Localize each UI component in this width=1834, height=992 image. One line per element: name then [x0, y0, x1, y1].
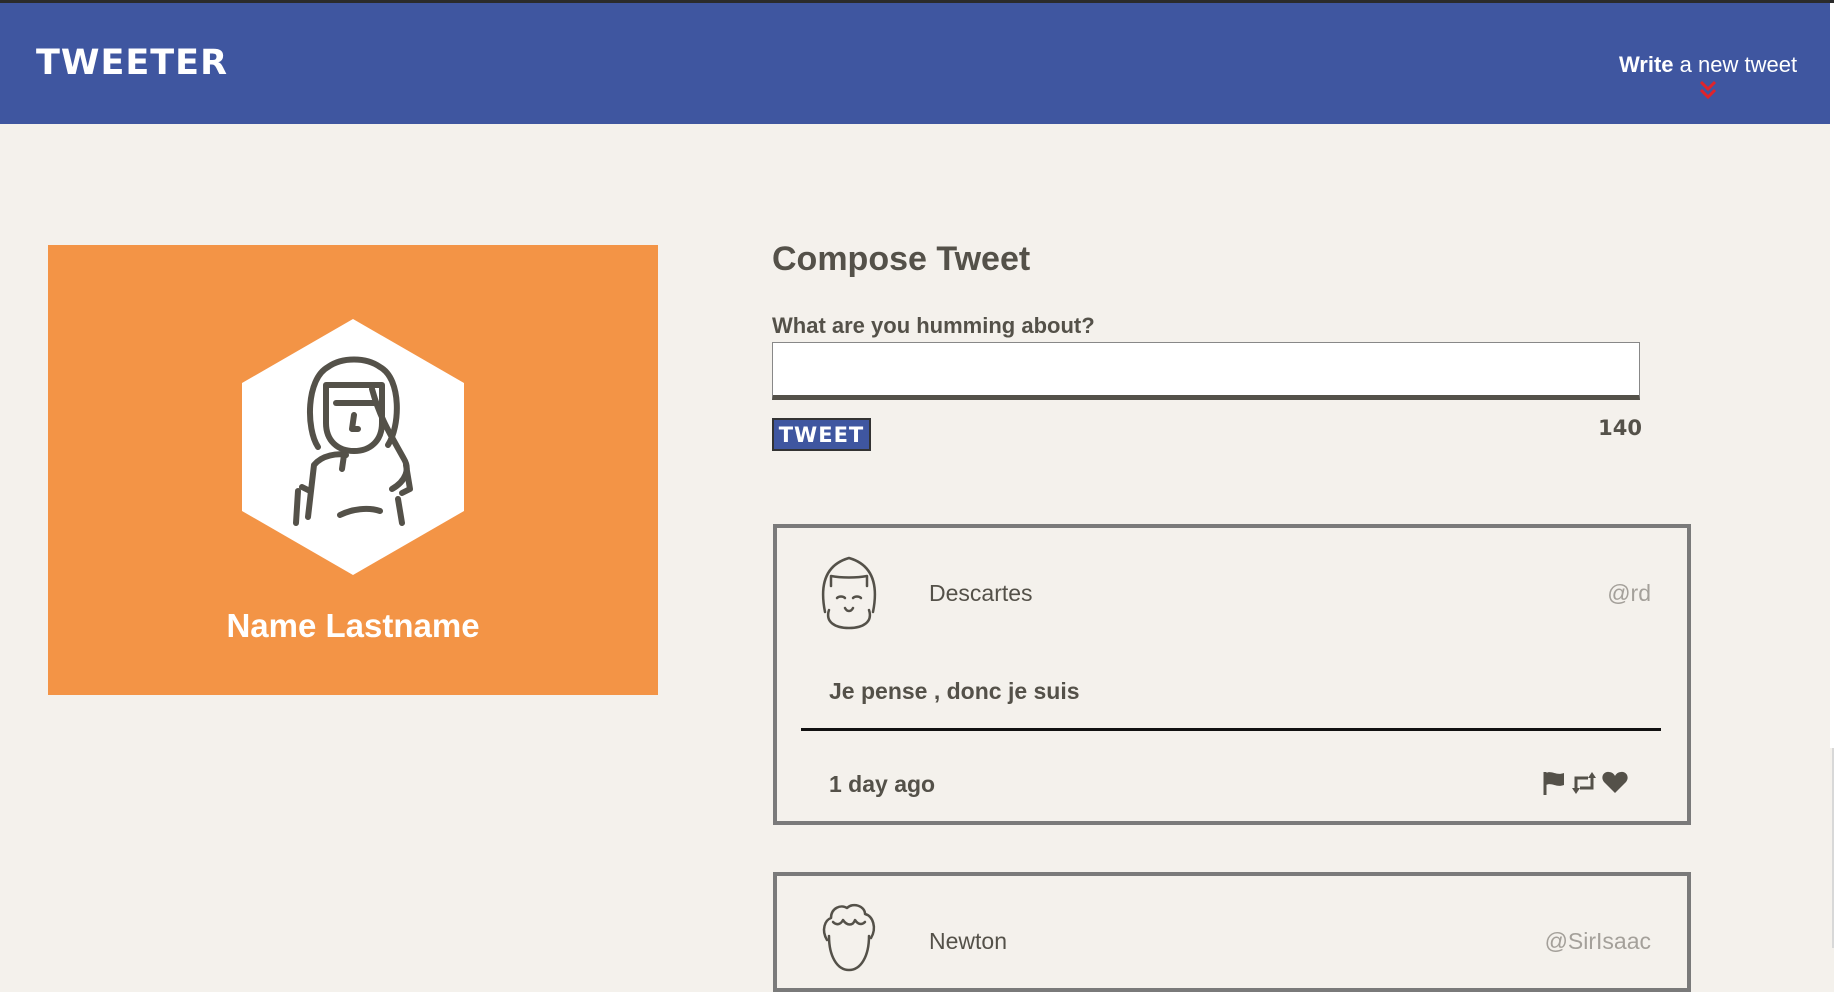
heart-icon[interactable]	[1602, 771, 1628, 795]
compose-title: Compose Tweet	[772, 240, 1031, 278]
tweet-timestamp: 1 day ago	[829, 771, 936, 797]
compose-label: What are you humming about?	[772, 313, 1095, 338]
tweet-author-handle: @rd	[1607, 580, 1651, 606]
top-nav: TWEETER Write a new tweet	[0, 3, 1830, 124]
tweet-card: Newton @SirIsaac	[773, 872, 1691, 992]
retweet-icon[interactable]	[1570, 770, 1598, 796]
tweet-avatar	[822, 903, 876, 972]
write-new-tweet-label: Write a new tweet	[1618, 52, 1798, 78]
character-counter: 140	[1598, 416, 1642, 440]
tweet-submit-button[interactable]: TWEET	[772, 418, 871, 451]
page-scrollbar-thumb[interactable]	[1830, 3, 1834, 748]
tweet-divider	[801, 728, 1661, 731]
write-rest-label: a new tweet	[1673, 52, 1798, 77]
tweet-avatar	[821, 556, 877, 630]
tweet-card: Descartes @rd Je pense , donc je suis 1 …	[773, 524, 1691, 825]
profile-name: Name Lastname	[226, 607, 480, 644]
tweet-actions	[1542, 769, 1628, 797]
user-avatar	[242, 319, 464, 575]
write-new-tweet-button[interactable]: Write a new tweet	[1618, 52, 1798, 112]
tweet-author-handle: @SirIsaac	[1544, 928, 1651, 954]
site-logo: TWEETER	[36, 43, 229, 83]
flag-icon[interactable]	[1542, 770, 1566, 796]
write-bold-label: Write	[1618, 52, 1674, 77]
tweet-text-input[interactable]	[772, 342, 1640, 400]
tweet-content: Je pense , donc je suis	[829, 678, 1080, 704]
tweet-author-name: Descartes	[929, 580, 1033, 606]
profile-card: Name Lastname	[48, 245, 658, 695]
tweet-author-name: Newton	[929, 928, 1007, 954]
double-chevron-down-icon	[1699, 80, 1717, 100]
